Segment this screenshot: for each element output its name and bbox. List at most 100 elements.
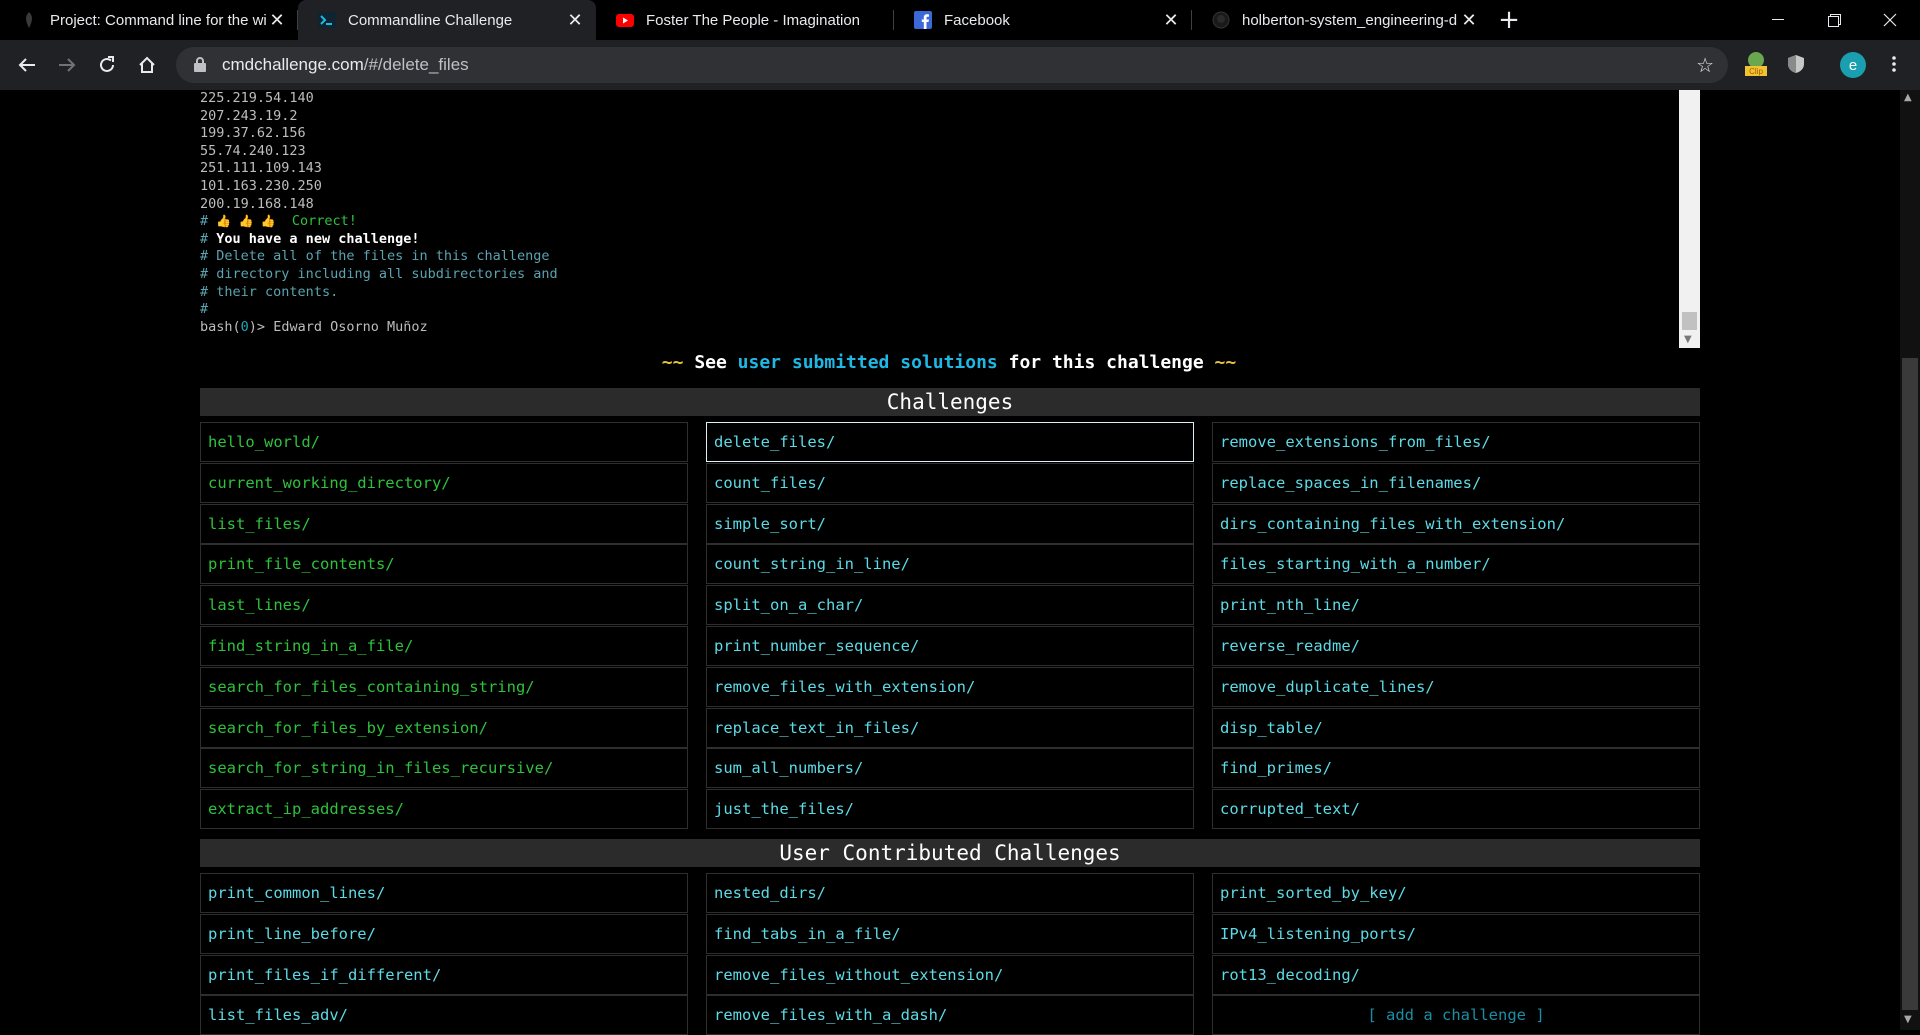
url-host: cmdchallenge.com [222, 55, 364, 74]
challenge-link[interactable]: find_tabs_in_a_file/ [706, 913, 1194, 954]
challenge-link[interactable]: print_files_if_different/ [200, 954, 688, 995]
challenge-link[interactable]: dirs_containing_files_with_extension/ [1212, 503, 1700, 544]
close-tab-icon[interactable]: ✕ [1460, 11, 1478, 29]
thumbs-up-icon: 👍 👍 👍 [216, 214, 276, 229]
challenge-link[interactable]: search_for_files_containing_string/ [200, 666, 688, 707]
challenge-link[interactable]: print_number_sequence/ [706, 626, 1194, 666]
challenge-link[interactable]: replace_spaces_in_filenames/ [1212, 462, 1700, 503]
challenge-link[interactable]: print_nth_line/ [1212, 585, 1700, 626]
challenge-link[interactable]: reverse_readme/ [1212, 626, 1700, 666]
tab-holberton-project[interactable]: Project: Command line for the wi ✕ [0, 0, 298, 40]
challenge-link[interactable]: current_working_directory/ [200, 462, 688, 503]
tab-facebook[interactable]: Facebook ✕ [894, 0, 1192, 40]
challenge-link[interactable]: rot13_decoding/ [1212, 954, 1700, 995]
terminal-correct-line: # 👍 👍 👍 Correct! [200, 213, 357, 230]
bookmark-star-icon[interactable]: ☆ [1696, 53, 1714, 78]
address-bar[interactable]: cmdchallenge.com/#/delete_files ☆ [176, 47, 1728, 83]
add-challenge-button[interactable]: [ add a challenge ] [1212, 995, 1700, 1035]
close-tab-icon[interactable]: ✕ [268, 11, 286, 29]
solutions-banner: ~~ See user submitted solutions for this… [661, 352, 1237, 373]
page-scrollbar[interactable]: ▲ ▼ [1900, 90, 1920, 1030]
challenge-link[interactable]: list_files/ [200, 503, 688, 544]
terminal-icon [318, 11, 336, 29]
new-tab-button[interactable]: + [1490, 0, 1528, 40]
challenge-link[interactable]: last_lines/ [200, 585, 688, 626]
challenge-link[interactable]: find_primes/ [1212, 748, 1700, 789]
challenge-link[interactable]: list_files_adv/ [200, 995, 688, 1035]
minimize-icon[interactable] [1750, 0, 1806, 40]
terminal-scrollbar-thumb[interactable] [1682, 312, 1697, 330]
terminal-line: 225.219.54.140 [200, 90, 314, 106]
challenge-link[interactable]: nested_dirs/ [706, 873, 1194, 913]
svg-text:Clip: Clip [1749, 67, 1763, 76]
back-icon[interactable] [7, 45, 47, 85]
terminal-line: 101.163.230.250 [200, 177, 322, 194]
challenge-link[interactable]: remove_files_with_a_dash/ [706, 995, 1194, 1035]
challenge-link[interactable]: hello_world/ [200, 422, 688, 462]
home-icon[interactable] [127, 45, 167, 85]
challenge-link[interactable]: disp_table/ [1212, 707, 1700, 748]
scroll-down-arrow-icon[interactable]: ▼ [1684, 334, 1692, 345]
terminal-description-line: # directory including all subdirectories… [200, 265, 558, 282]
user-solutions-link[interactable]: user submitted solutions [738, 352, 998, 373]
challenge-link[interactable]: IPv4_listening_ports/ [1212, 913, 1700, 954]
tab-commandline-challenge[interactable]: Commandline Challenge ✕ [298, 0, 596, 40]
holberton-icon [20, 11, 38, 29]
shield-extension-icon[interactable] [1782, 49, 1810, 79]
scroll-up-arrow-icon[interactable]: ▲ [1904, 92, 1912, 103]
challenge-link[interactable]: extract_ip_addresses/ [200, 789, 688, 830]
scroll-down-arrow-icon[interactable]: ▼ [1904, 1014, 1912, 1025]
challenge-link[interactable]: remove_duplicate_lines/ [1212, 666, 1700, 707]
challenge-link[interactable]: search_for_string_in_files_recursive/ [200, 748, 688, 789]
close-tab-icon[interactable]: ✕ [1162, 11, 1180, 29]
challenge-link[interactable]: simple_sort/ [706, 503, 1194, 544]
terminal-new-challenge-line: # You have a new challenge! [200, 230, 420, 247]
profile-avatar[interactable]: e [1840, 52, 1866, 78]
youtube-icon [616, 11, 634, 29]
terminal-hash-line: # [200, 301, 209, 318]
close-window-icon[interactable] [1862, 0, 1918, 40]
tab-title: Foster The People - Imagination [646, 11, 861, 29]
challenge-link[interactable]: find_string_in_a_file/ [200, 626, 688, 666]
challenge-link[interactable]: search_for_files_by_extension/ [200, 707, 688, 748]
terminal-prompt[interactable]: bash(0)> Edward Osorno Muñoz [200, 319, 1700, 337]
tab-github[interactable]: holberton-system_engineering-d ✕ [1192, 0, 1490, 40]
tab-title: holberton-system_engineering-d [1242, 11, 1458, 29]
challenge-link[interactable]: sum_all_numbers/ [706, 748, 1194, 789]
challenge-link[interactable]: corrupted_text/ [1212, 789, 1700, 830]
terminal-line: 55.74.240.123 [200, 142, 306, 159]
challenge-link[interactable]: print_file_contents/ [200, 544, 688, 585]
user-challenges-header: User Contributed Challenges [200, 839, 1700, 867]
challenges-header: Challenges [200, 388, 1700, 416]
challenge-link[interactable]: print_common_lines/ [200, 873, 688, 913]
challenge-link[interactable]: delete_files/ [706, 422, 1194, 462]
terminal-line: 199.37.62.156 [200, 125, 306, 142]
clip-extension-icon[interactable]: Clip [1742, 49, 1770, 79]
restore-icon[interactable] [1806, 0, 1862, 40]
close-tab-icon[interactable]: ✕ [566, 11, 584, 29]
terminal-scrollbar[interactable]: ▼ [1679, 90, 1700, 348]
challenge-link[interactable]: just_the_files/ [706, 789, 1194, 830]
page-scrollbar-thumb[interactable] [1902, 358, 1918, 1010]
challenge-link[interactable]: remove_extensions_from_files/ [1212, 422, 1700, 462]
challenge-link[interactable]: remove_files_without_extension/ [706, 954, 1194, 995]
forward-icon[interactable] [47, 45, 87, 85]
challenge-link[interactable]: replace_text_in_files/ [706, 707, 1194, 748]
page-content: 225.219.54.140 207.243.19.2 199.37.62.15… [0, 90, 1920, 1035]
challenge-link[interactable]: count_string_in_line/ [706, 544, 1194, 585]
github-icon [1212, 11, 1230, 29]
challenge-link[interactable]: print_line_before/ [200, 913, 688, 954]
browser-menu-icon[interactable] [1880, 49, 1908, 79]
challenge-link[interactable]: print_sorted_by_key/ [1212, 873, 1700, 913]
tab-title: Commandline Challenge [348, 11, 513, 29]
challenge-link[interactable]: remove_files_with_extension/ [706, 666, 1194, 707]
challenge-link[interactable]: split_on_a_char/ [706, 585, 1194, 626]
reload-icon[interactable] [87, 45, 127, 85]
challenges-grid: hello_world/current_working_directory/li… [200, 422, 1700, 834]
terminal-input[interactable]: Edward Osorno Muñoz [273, 319, 427, 335]
tab-youtube[interactable]: Foster The People - Imagination [596, 0, 894, 40]
challenge-link[interactable]: count_files/ [706, 462, 1194, 503]
challenge-link[interactable]: files_starting_with_a_number/ [1212, 544, 1700, 585]
terminal-line: 207.243.19.2 [200, 107, 298, 124]
terminal-output[interactable]: 225.219.54.140 207.243.19.2 199.37.62.15… [198, 90, 1700, 348]
